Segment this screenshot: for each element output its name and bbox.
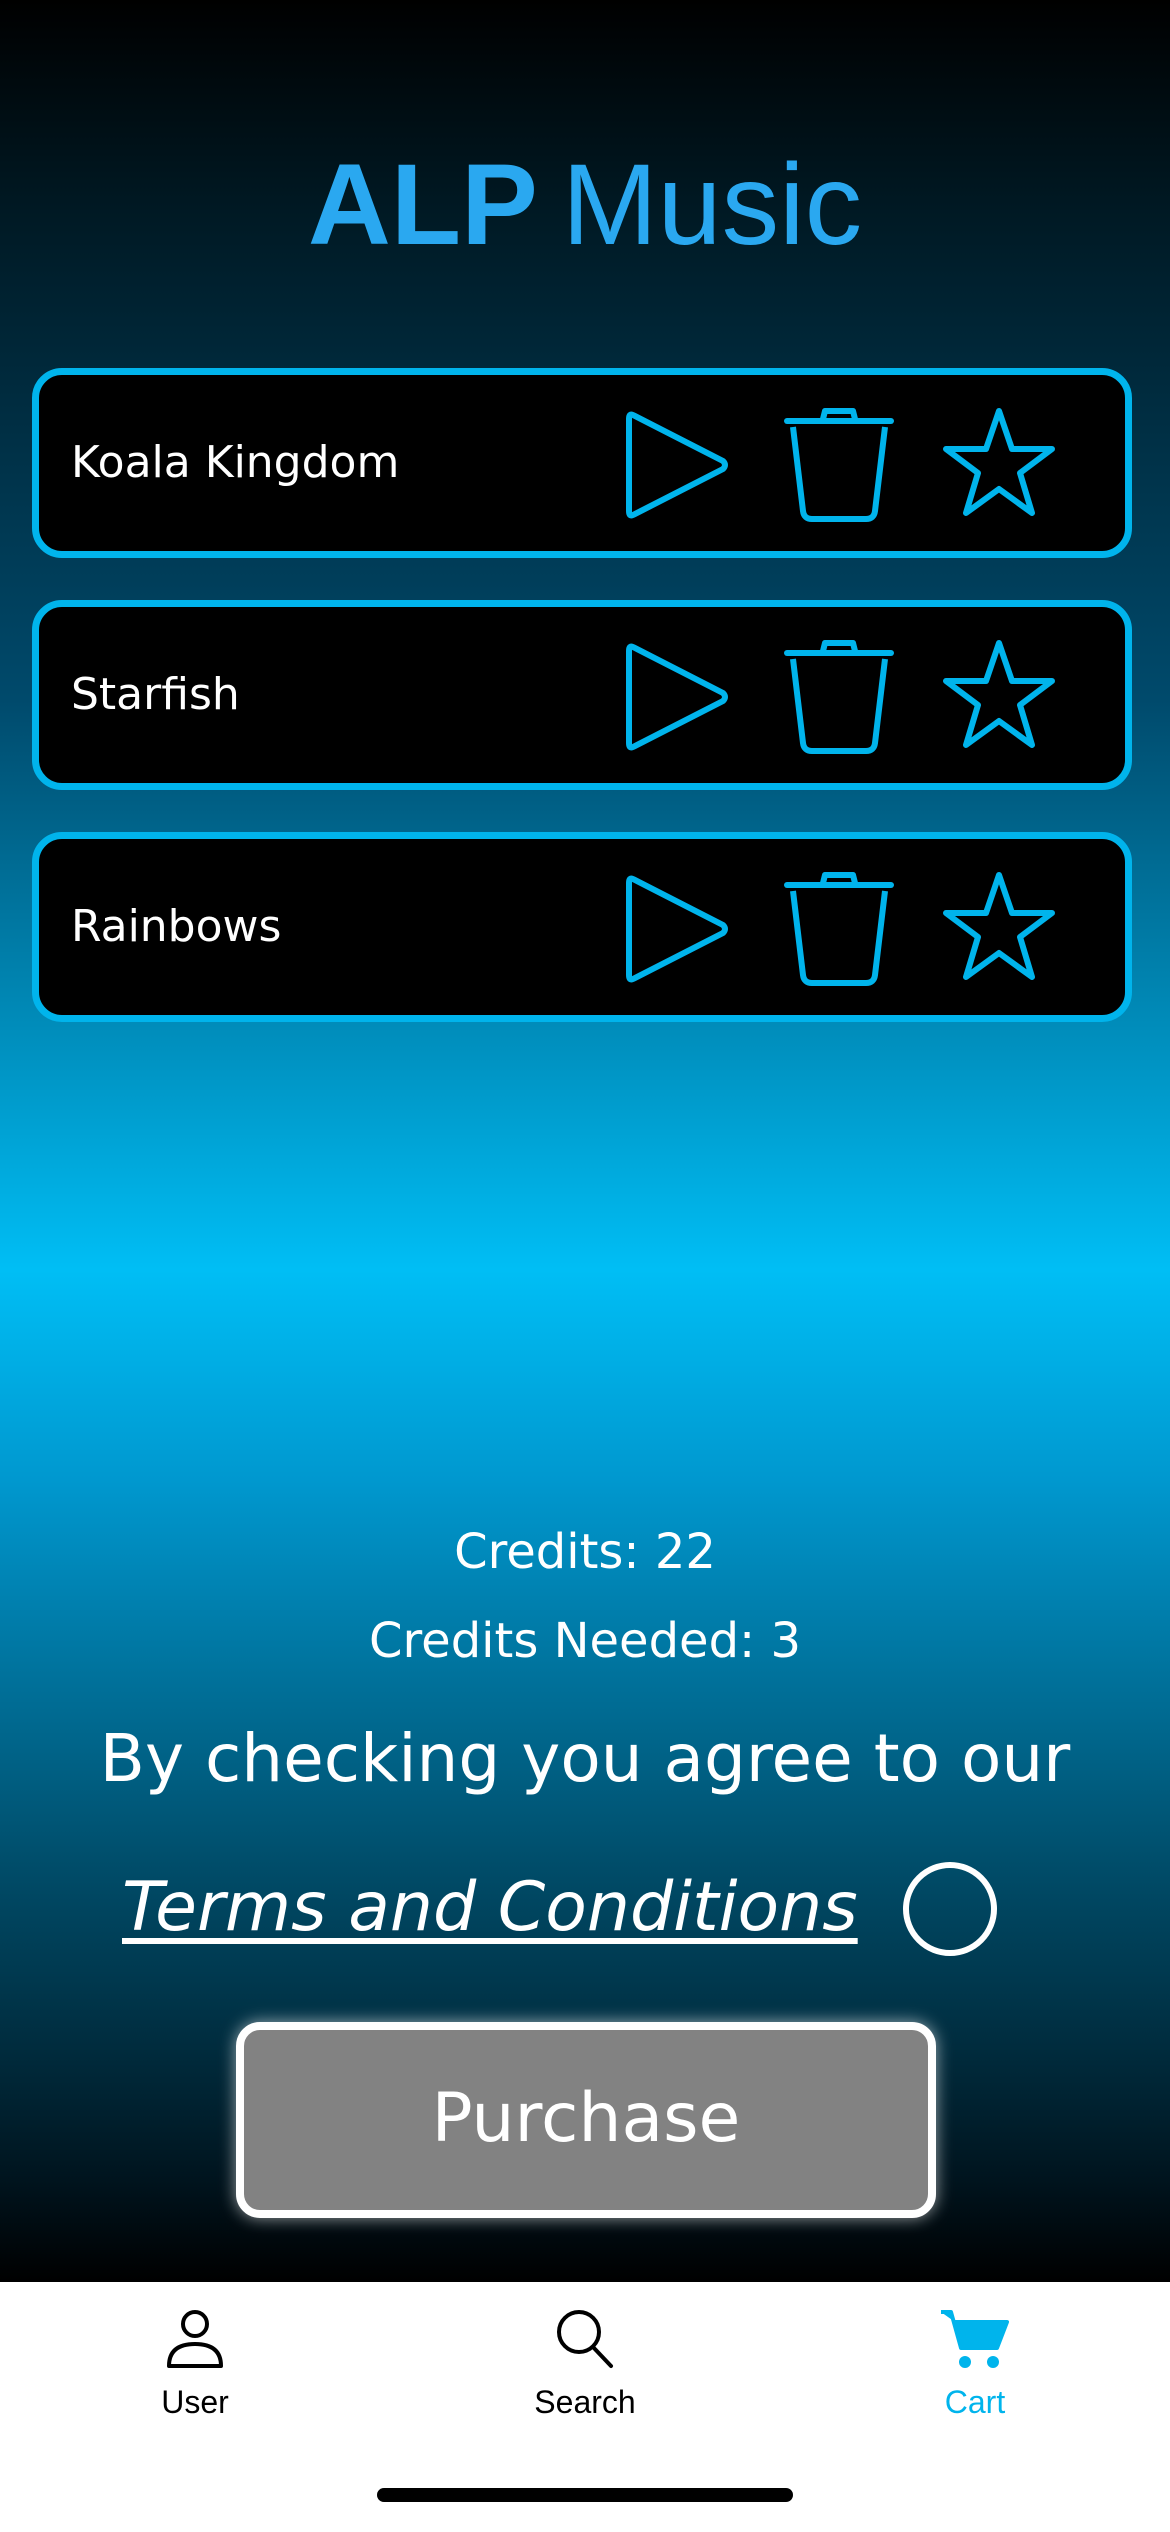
song-title: Koala Kingdom	[71, 437, 400, 488]
tab-label: Search	[534, 2384, 636, 2420]
app-logo: ALP Music	[0, 140, 1170, 270]
tab-user[interactable]: User	[0, 2282, 390, 2442]
song-row: Koala Kingdom	[32, 368, 1132, 558]
search-icon	[545, 2300, 625, 2380]
star-icon[interactable]	[939, 637, 1059, 757]
song-title: Starfish	[71, 669, 240, 720]
song-title: Rainbows	[71, 901, 282, 952]
song-row: Starfish	[32, 600, 1132, 790]
tab-search[interactable]: Search	[390, 2282, 780, 2442]
trash-icon[interactable]	[779, 869, 899, 989]
user-icon	[155, 2300, 235, 2380]
play-icon[interactable]	[619, 637, 739, 757]
play-icon[interactable]	[619, 405, 739, 525]
cart-icon	[935, 2300, 1015, 2380]
tab-label: Cart	[944, 2384, 1006, 2420]
logo-bold-text: ALP	[307, 141, 538, 269]
star-icon[interactable]	[939, 869, 1059, 989]
terms-link[interactable]: Terms and Conditions	[122, 1868, 858, 1947]
song-row: Rainbows	[32, 832, 1132, 1022]
credits-needed: Credits Needed: 3	[368, 1613, 802, 1669]
purchase-button[interactable]: Purchase	[236, 2022, 936, 2218]
home-indicator[interactable]	[377, 2488, 793, 2502]
agreement-text: By checking you agree to our	[99, 1720, 1071, 1797]
agree-checkbox[interactable]	[903, 1862, 997, 1956]
star-icon[interactable]	[939, 405, 1059, 525]
tab-label: User	[161, 2384, 229, 2420]
trash-icon[interactable]	[779, 405, 899, 525]
credits-available: Credits: 22	[454, 1524, 716, 1580]
logo-thin-text: Music	[561, 141, 863, 269]
trash-icon[interactable]	[779, 637, 899, 757]
play-icon[interactable]	[619, 869, 739, 989]
tab-cart[interactable]: Cart	[780, 2282, 1170, 2442]
